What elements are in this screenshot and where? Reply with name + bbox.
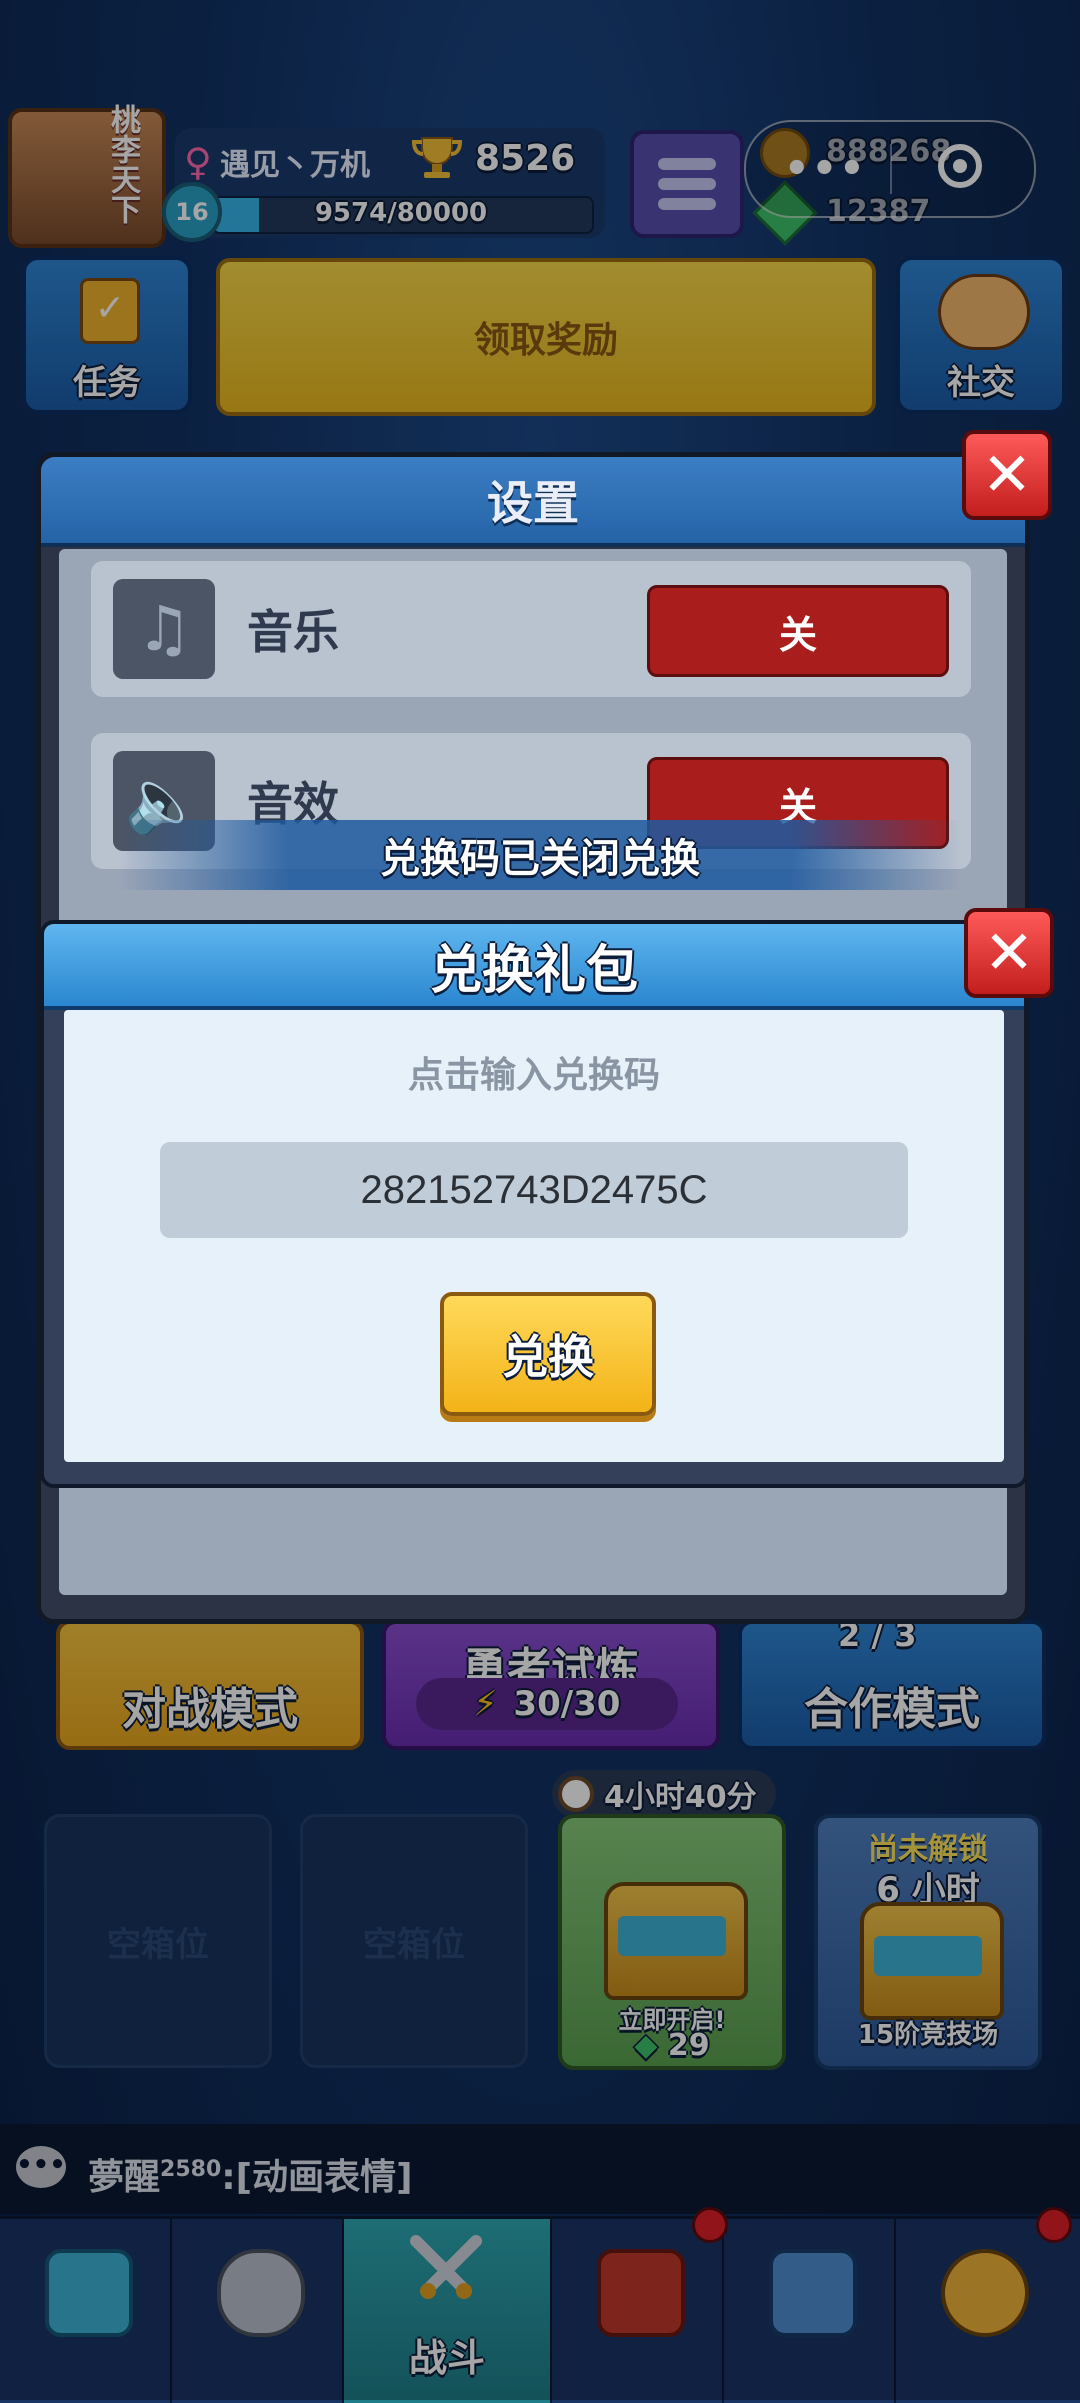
- redeem-code-input[interactable]: 282152743D2475C: [160, 1142, 908, 1238]
- gift-title: 兑换礼包: [429, 940, 638, 1001]
- music-setting-row: ♫ 音乐 关: [91, 561, 971, 697]
- gift-close-button[interactable]: ✕: [964, 908, 1054, 998]
- settings-close-button[interactable]: ✕: [962, 430, 1052, 520]
- music-icon: ♫: [113, 579, 215, 679]
- gift-code-dialog: 兑换礼包 点击输入兑换码 282152743D2475C 兑换: [40, 920, 1028, 1488]
- code-input-hint: 点击输入兑换码: [407, 1055, 660, 1096]
- close-icon: ✕: [983, 918, 1035, 988]
- settings-title: 设置: [487, 476, 579, 530]
- gift-body: 点击输入兑换码 282152743D2475C 兑换: [64, 1010, 1004, 1462]
- music-label: 音乐: [247, 605, 339, 659]
- close-icon: ✕: [981, 440, 1033, 510]
- music-toggle-button[interactable]: 关: [647, 585, 949, 677]
- toast-message: 兑换码已关闭兑换: [120, 820, 960, 890]
- redeem-button[interactable]: 兑换: [440, 1292, 656, 1416]
